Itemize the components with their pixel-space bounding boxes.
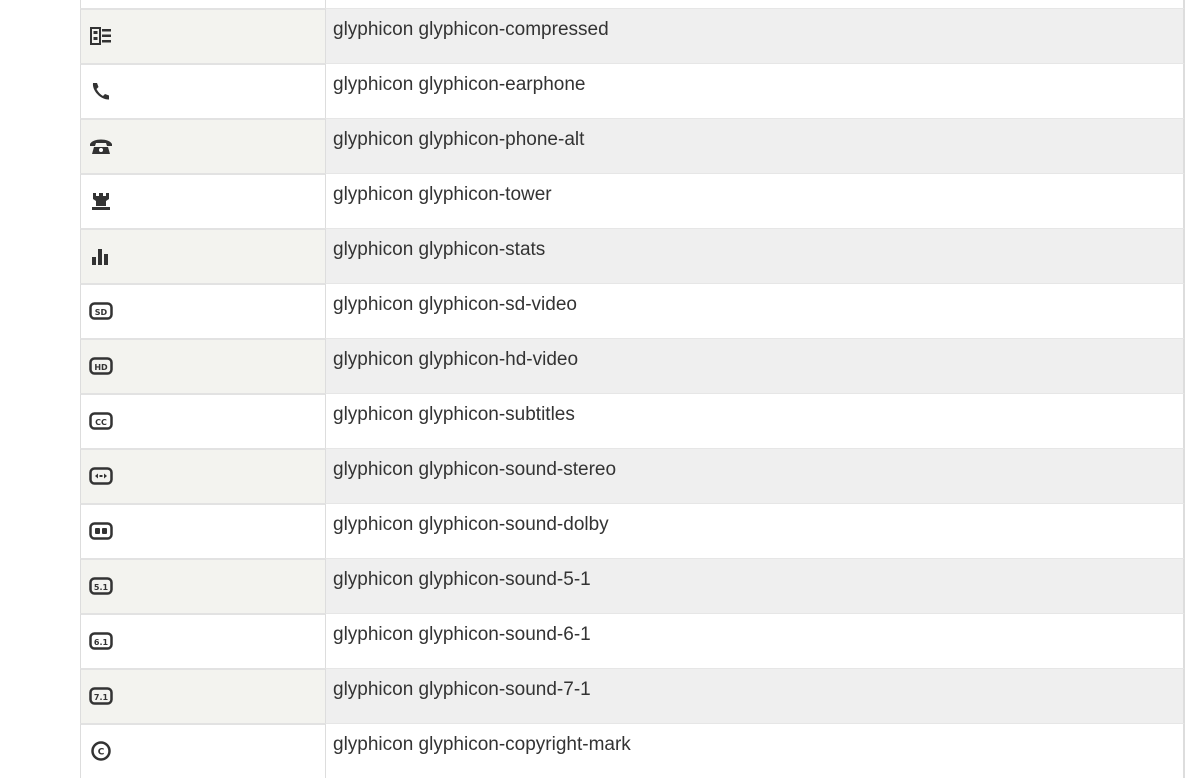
- icon-cell: [80, 228, 325, 283]
- table-row: glyphicon glyphicon-compressed: [80, 8, 1185, 63]
- class-name-cell: glyphicon glyphicon-copyright-mark: [325, 723, 1185, 778]
- earphone-icon: [92, 83, 109, 100]
- class-name-cell: glyphicon glyphicon-sound-dolby: [325, 503, 1185, 558]
- class-name-cell: glyphicon glyphicon-sound-7-1: [325, 668, 1185, 723]
- table-row: CC glyphicon glyphicon-subtitles: [80, 393, 1185, 448]
- table-row: 5.1 glyphicon glyphicon-sound-5-1: [80, 558, 1185, 613]
- table-row: glyphicon glyphicon-earphone: [80, 63, 1185, 118]
- copyright-mark-icon: C: [91, 741, 111, 761]
- class-name-cell: glyphicon glyphicon-subtitles: [325, 393, 1185, 448]
- icon-cell: 7.1: [80, 668, 325, 723]
- table-row: glyphicon glyphicon-sound-stereo: [80, 448, 1185, 503]
- sound-6-1-icon: 6.1: [89, 632, 113, 650]
- subtitles-icon: CC: [89, 412, 113, 430]
- icon-cell: [80, 448, 325, 503]
- table-row: 7.1 glyphicon glyphicon-sound-7-1: [80, 668, 1185, 723]
- class-name-cell: [325, 0, 1185, 8]
- svg-text:HD: HD: [94, 363, 108, 372]
- glyphicon-table: glyphicon glyphicon-compressed glyphicon…: [80, 0, 1185, 778]
- table-row: glyphicon glyphicon-sound-dolby: [80, 503, 1185, 558]
- table-row: glyphicon glyphicon-tower: [80, 173, 1185, 228]
- icon-cell: 5.1: [80, 558, 325, 613]
- svg-text:SD: SD: [95, 308, 108, 317]
- table-row: 6.1 glyphicon glyphicon-sound-6-1: [80, 613, 1185, 668]
- icon-cell: [80, 8, 325, 63]
- icon-cell: [80, 118, 325, 173]
- table-row: glyphicon glyphicon-stats: [80, 228, 1185, 283]
- icon-cell: [80, 63, 325, 118]
- sd-video-icon: SD: [89, 302, 113, 320]
- svg-text:7.1: 7.1: [94, 693, 109, 702]
- icon-cell: CC: [80, 393, 325, 448]
- phone-alt-icon: [90, 139, 112, 154]
- icon-cell: [80, 0, 325, 8]
- table-row: SD glyphicon glyphicon-sd-video: [80, 283, 1185, 338]
- icon-cell: [80, 503, 325, 558]
- sound-stereo-icon: [89, 467, 113, 485]
- sound-dolby-icon: [89, 522, 113, 540]
- svg-text:6.1: 6.1: [94, 638, 109, 647]
- icon-cell: 6.1: [80, 613, 325, 668]
- tower-icon: [92, 193, 110, 210]
- compressed-icon: [90, 27, 111, 45]
- class-name-cell: glyphicon glyphicon-sound-6-1: [325, 613, 1185, 668]
- svg-text:C: C: [98, 748, 105, 758]
- class-name-cell: glyphicon glyphicon-compressed: [325, 8, 1185, 63]
- sound-5-1-icon: 5.1: [89, 577, 113, 595]
- class-name-cell: glyphicon glyphicon-sound-5-1: [325, 558, 1185, 613]
- class-name-cell: glyphicon glyphicon-sd-video: [325, 283, 1185, 338]
- class-name-cell: glyphicon glyphicon-tower: [325, 173, 1185, 228]
- class-name-cell: glyphicon glyphicon-phone-alt: [325, 118, 1185, 173]
- table-row: C glyphicon glyphicon-copyright-mark: [80, 723, 1185, 778]
- icon-cell: [80, 173, 325, 228]
- class-name-cell: glyphicon glyphicon-sound-stereo: [325, 448, 1185, 503]
- table-row: HD glyphicon glyphicon-hd-video: [80, 338, 1185, 393]
- class-name-cell: glyphicon glyphicon-stats: [325, 228, 1185, 283]
- icon-cell: C: [80, 723, 325, 778]
- icon-cell: SD: [80, 283, 325, 338]
- stats-icon: [92, 249, 108, 265]
- table-row: glyphicon glyphicon-phone-alt: [80, 118, 1185, 173]
- sound-7-1-icon: 7.1: [89, 687, 113, 705]
- icon-cell: HD: [80, 338, 325, 393]
- class-name-cell: glyphicon glyphicon-hd-video: [325, 338, 1185, 393]
- class-name-cell: glyphicon glyphicon-earphone: [325, 63, 1185, 118]
- hd-video-icon: HD: [89, 357, 113, 375]
- svg-text:CC: CC: [95, 418, 107, 427]
- svg-text:5.1: 5.1: [94, 583, 109, 592]
- table-row: [80, 0, 1185, 8]
